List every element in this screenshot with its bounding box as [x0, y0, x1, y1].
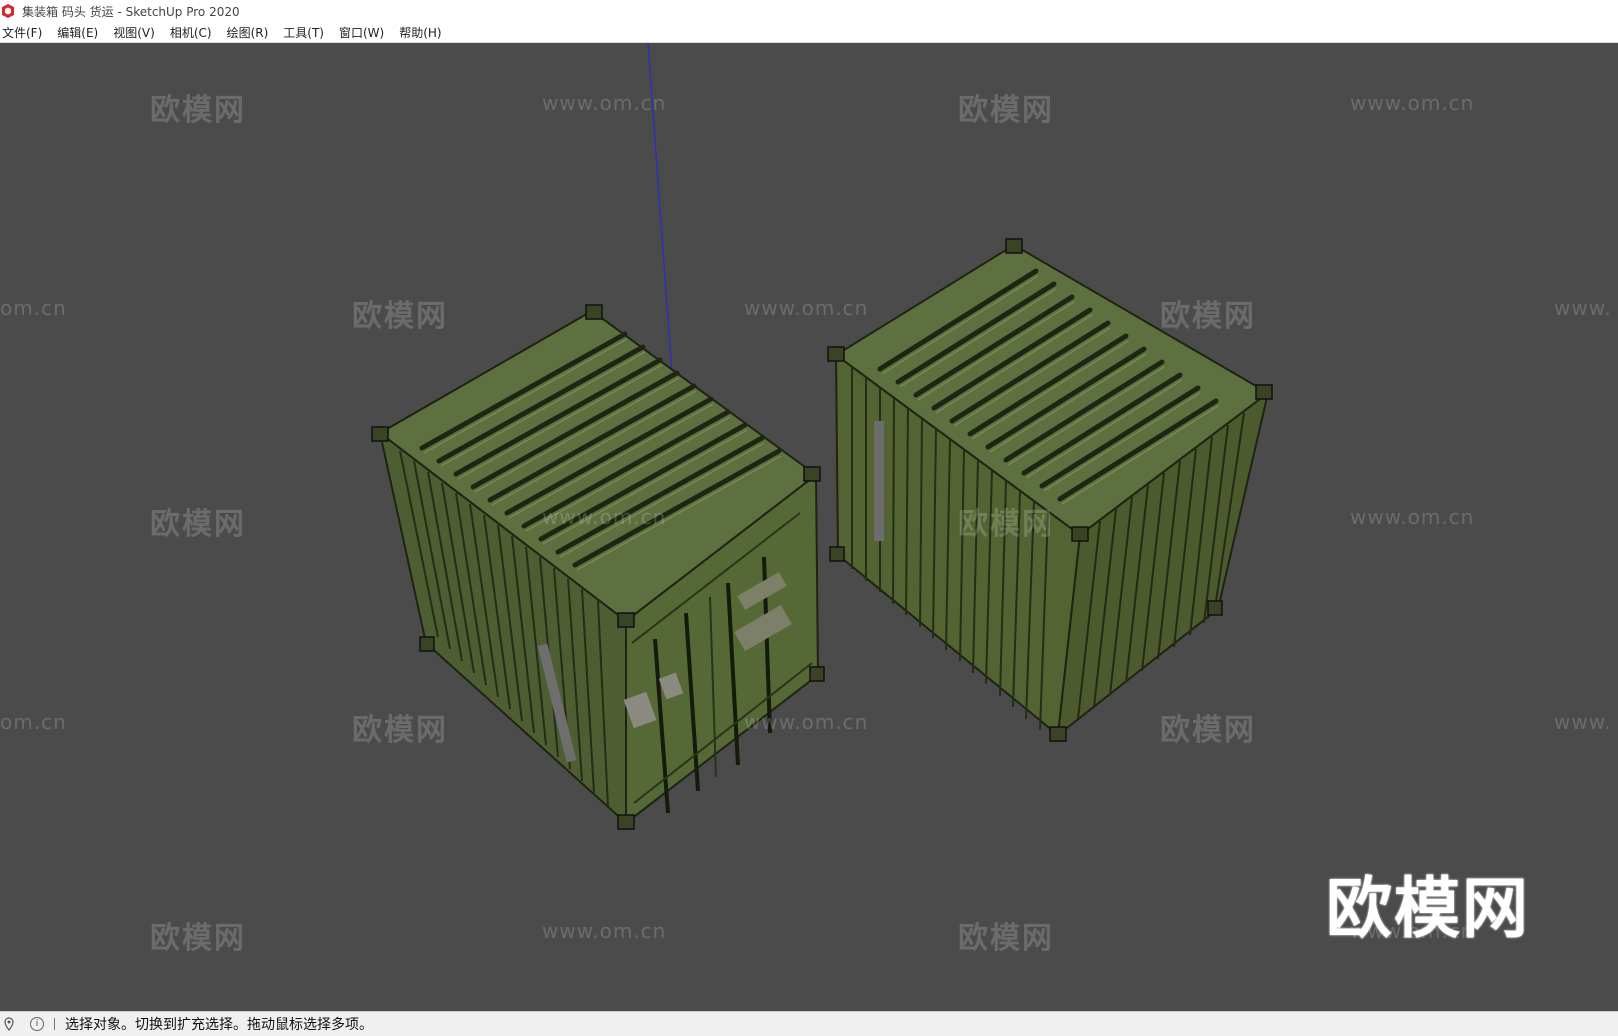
- menu-bar: 文件(F) 编辑(E) 视图(V) 相机(C) 绘图(R) 工具(T) 窗口(W…: [0, 22, 1618, 43]
- menu-window[interactable]: 窗口(W): [337, 24, 391, 41]
- geo-location-icon[interactable]: [4, 1017, 14, 1031]
- menu-file[interactable]: 文件(F): [0, 24, 49, 41]
- sketchup-logo-icon: [2, 4, 14, 18]
- menu-camera[interactable]: 相机(C): [168, 24, 219, 41]
- window-title: 集装箱 码头 货运 - SketchUp Pro 2020: [22, 4, 240, 19]
- menu-tools[interactable]: 工具(T): [281, 24, 331, 41]
- status-message: 选择对象。切换到扩充选择。拖动鼠标选择多项。: [65, 1017, 373, 1033]
- title-bar: 集装箱 码头 货运 - SketchUp Pro 2020: [0, 0, 1618, 22]
- status-divider: [54, 1018, 55, 1030]
- blue-axis-line: [647, 43, 673, 376]
- sketchup-window: 集装箱 码头 货运 - SketchUp Pro 2020 文件(F) 编辑(E…: [0, 0, 1618, 1036]
- menu-draw[interactable]: 绘图(R): [225, 24, 276, 41]
- brand-logo: 欧模网: [1326, 870, 1530, 947]
- menu-view[interactable]: 视图(V): [111, 24, 162, 41]
- 3d-viewport[interactable]: 欧模网 www.om.cn 欧模网 www.om.cn om.cn 欧模网 ww…: [0, 43, 1618, 1011]
- container-left: [371, 304, 825, 830]
- info-icon[interactable]: i: [30, 1017, 44, 1031]
- container-right: [827, 238, 1273, 742]
- status-bar: i 选择对象。切换到扩充选择。拖动鼠标选择多项。: [0, 1011, 1618, 1036]
- menu-help[interactable]: 帮助(H): [397, 24, 448, 41]
- menu-edit[interactable]: 编辑(E): [55, 24, 105, 41]
